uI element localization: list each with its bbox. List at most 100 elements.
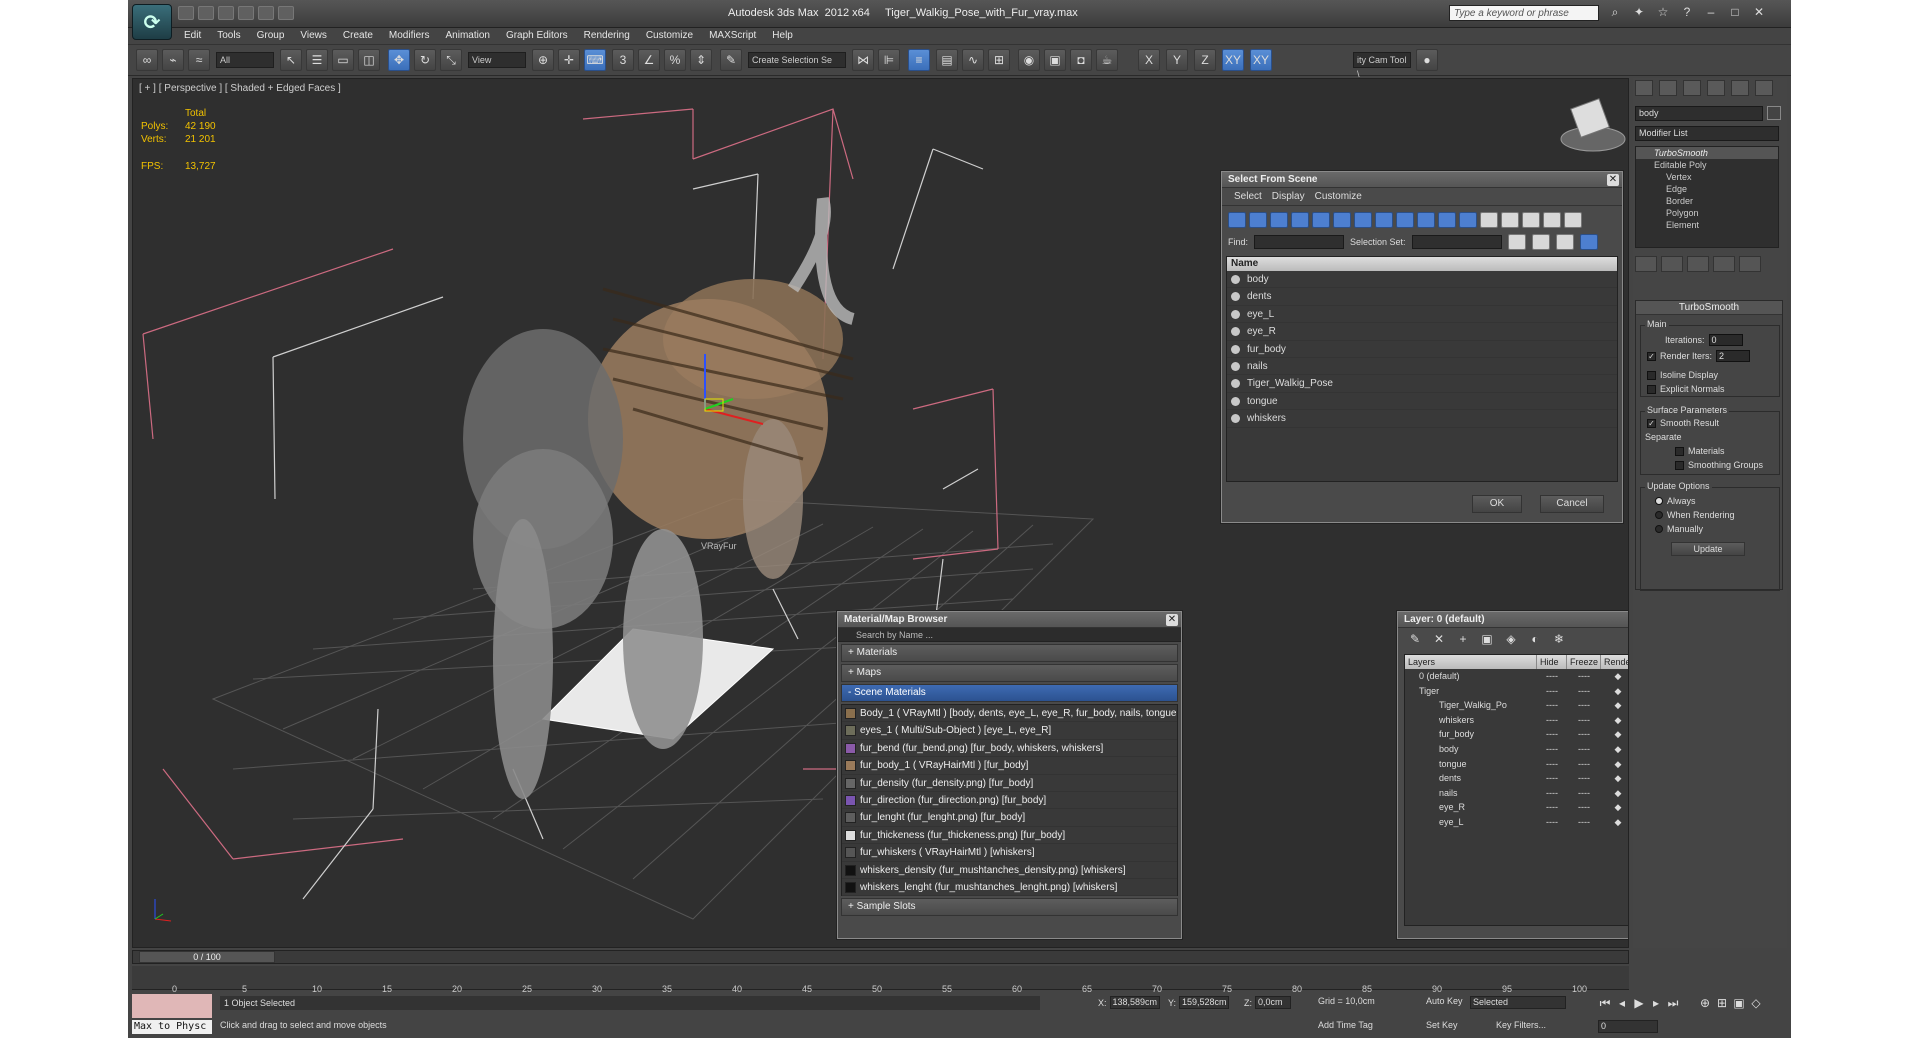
make-unique-icon[interactable] — [1687, 256, 1709, 272]
select-highlighted-icon[interactable]: ▣ — [1480, 632, 1494, 646]
unlink-icon[interactable]: ⌁ — [162, 49, 184, 71]
display-spacewarps-icon[interactable] — [1333, 212, 1351, 228]
redo-icon[interactable] — [258, 6, 274, 20]
time-slider[interactable]: 0 / 100 — [139, 951, 275, 963]
render-setup-icon[interactable]: ▣ — [1044, 49, 1066, 71]
freeze-all-icon[interactable]: ❄ — [1552, 632, 1566, 646]
material-row[interactable]: eyes_1 ( Multi/Sub-Object ) [eye_L, eye_… — [842, 722, 1177, 740]
display-tab-icon[interactable] — [1731, 80, 1749, 96]
cam-tool-dropdown[interactable]: ity Cam Tool \ — [1353, 52, 1411, 79]
layer-row[interactable]: tongue--------◆☀ — [1405, 757, 1628, 772]
material-row[interactable]: Body_1 ( VRayMtl ) [body, dents, eye_L, … — [842, 705, 1177, 723]
layer-row[interactable]: eye_L--------◆☀ — [1405, 815, 1628, 830]
layer-row[interactable]: whiskers--------◆☀ — [1405, 713, 1628, 728]
smooth-result-checkbox[interactable]: ✓ — [1647, 418, 1656, 428]
stack-item[interactable]: Border — [1636, 195, 1778, 207]
scale-icon[interactable]: ⤡ — [440, 49, 462, 71]
display-xrefs-icon[interactable] — [1375, 212, 1393, 228]
iterations-spinner[interactable]: 0 — [1708, 334, 1743, 346]
object-name-field[interactable]: body — [1635, 106, 1763, 121]
key-filters-button[interactable]: Key Filters... — [1496, 1020, 1546, 1030]
keyboard-shortcut-icon[interactable]: ⌨ — [584, 49, 606, 71]
selection-set-dropdown[interactable] — [1411, 235, 1502, 249]
modifier-list-dropdown[interactable]: Modifier List — [1635, 126, 1779, 141]
layer-row[interactable]: dents--------◆☀ — [1405, 771, 1628, 786]
key-mode-dropdown[interactable]: Selected — [1470, 996, 1566, 1009]
layer-col-layers[interactable]: Layers — [1405, 655, 1537, 669]
display-cameras-icon[interactable] — [1291, 212, 1309, 228]
selection-filter-dropdown[interactable]: All — [216, 52, 274, 68]
layer-row[interactable]: fur_body--------◆☀ — [1405, 727, 1628, 742]
star-icon[interactable]: ☆ — [1656, 5, 1670, 19]
material-row[interactable]: fur_direction (fur_direction.png) [fur_b… — [842, 792, 1177, 810]
go-to-end-icon[interactable]: ⏭ — [1666, 996, 1680, 1010]
layer-col-hide[interactable]: Hide — [1537, 655, 1567, 669]
menu-animation[interactable]: Animation — [437, 28, 497, 43]
scene-object-row[interactable]: tongue — [1227, 393, 1617, 411]
delete-layer-icon[interactable]: ✕ — [1432, 632, 1446, 646]
scene-object-row[interactable]: eye_L — [1227, 306, 1617, 324]
menu-group[interactable]: Group — [249, 28, 293, 43]
key-mode-value[interactable]: Selected — [1470, 996, 1566, 1009]
stack-item[interactable]: Polygon — [1636, 207, 1778, 219]
pivot-center-icon[interactable]: ⊕ — [532, 49, 554, 71]
explicit-normals-checkbox[interactable] — [1647, 384, 1656, 394]
display-geometry-icon[interactable] — [1228, 212, 1246, 228]
isoline-checkbox[interactable] — [1647, 370, 1656, 380]
schematic-view-icon[interactable]: ⊞ — [988, 49, 1010, 71]
play-icon[interactable]: ▶ — [1632, 996, 1646, 1010]
search-by-name-input[interactable]: Search by Name ... — [838, 628, 1181, 642]
render-toggle-icon[interactable]: ◆ — [1601, 815, 1628, 830]
app-logo[interactable]: ⟳ — [132, 4, 172, 40]
render-toggle-icon[interactable]: ◆ — [1601, 713, 1628, 728]
show-end-result-icon[interactable] — [1661, 256, 1683, 272]
when-rendering-radio[interactable] — [1655, 511, 1663, 519]
display-lights-icon[interactable] — [1270, 212, 1288, 228]
render-toggle-icon[interactable]: ◆ — [1601, 698, 1628, 713]
layer-row[interactable]: 0 (default)--------◆☀ — [1405, 669, 1628, 684]
select-none-icon[interactable] — [1501, 212, 1519, 228]
cancel-button[interactable]: Cancel — [1540, 495, 1604, 513]
motion-tab-icon[interactable] — [1707, 80, 1725, 96]
menu-graph-editors[interactable]: Graph Editors — [498, 28, 576, 43]
layer-row[interactable]: nails--------◆☀ — [1405, 786, 1628, 801]
menu-edit[interactable]: Edit — [176, 28, 209, 43]
menu-maxscript[interactable]: MAXScript — [701, 28, 764, 43]
mirror-icon[interactable]: ⋈ — [852, 49, 874, 71]
auto-key-button[interactable]: Auto Key — [1426, 996, 1463, 1006]
x-field[interactable]: 138,589cm — [1109, 996, 1160, 1009]
edit-named-selection-icon[interactable]: ✎ — [720, 49, 742, 71]
maxscript-listener-output[interactable] — [132, 994, 212, 1018]
hierarchy-tab-icon[interactable] — [1683, 80, 1701, 96]
axis-y-button[interactable]: Y — [1166, 49, 1188, 71]
help-icon[interactable]: ? — [1680, 5, 1694, 19]
render-toggle-icon[interactable]: ◆ — [1601, 771, 1628, 786]
display-containers-icon[interactable] — [1417, 212, 1435, 228]
rect-selection-icon[interactable]: ▭ — [332, 49, 354, 71]
pin-stack-icon[interactable] — [1635, 256, 1657, 272]
utilities-tab-icon[interactable] — [1755, 80, 1773, 96]
layer-manager-icon[interactable]: ≡ — [908, 49, 930, 71]
angle-snap-icon[interactable]: ∠ — [638, 49, 660, 71]
display-bones-icon[interactable] — [1396, 212, 1414, 228]
display-hidden-icon[interactable] — [1459, 212, 1477, 228]
maximize-icon[interactable]: □ — [1728, 5, 1742, 19]
remove-modifier-icon[interactable] — [1713, 256, 1735, 272]
manually-radio[interactable] — [1655, 525, 1663, 533]
stack-item[interactable]: Edge — [1636, 183, 1778, 195]
render-toggle-icon[interactable]: ◆ — [1601, 684, 1628, 699]
perspective-viewport[interactable]: [ + ] [ Perspective ] [ Shaded + Edged F… — [132, 78, 1629, 948]
layer-row[interactable]: Tiger--------◆☀ — [1405, 684, 1628, 699]
create-tab-icon[interactable] — [1635, 80, 1653, 96]
scene-object-row[interactable]: eye_R — [1227, 323, 1617, 341]
object-color-swatch[interactable] — [1767, 106, 1781, 120]
sfs-menu-select[interactable]: Select — [1234, 191, 1262, 202]
ok-button[interactable]: OK — [1472, 495, 1522, 513]
highlight-selected-icon[interactable]: ◈ — [1504, 632, 1518, 646]
select-all-icon[interactable] — [1480, 212, 1498, 228]
next-frame-icon[interactable]: ▸ — [1649, 996, 1663, 1010]
materials-checkbox[interactable] — [1675, 446, 1684, 456]
display-groups-icon[interactable] — [1354, 212, 1372, 228]
scene-object-row[interactable]: nails — [1227, 358, 1617, 376]
set-key-button[interactable]: Set Key — [1426, 1020, 1458, 1030]
